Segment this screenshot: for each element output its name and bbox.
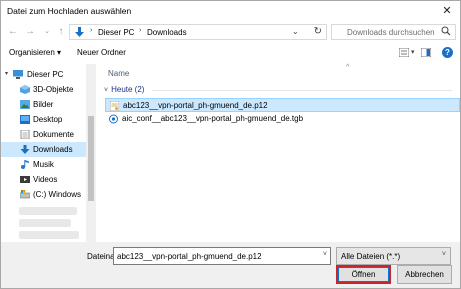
pictures-folder-icon — [20, 100, 30, 109]
search-icon[interactable] — [441, 26, 451, 36]
preview-pane-icon[interactable] — [421, 48, 431, 57]
file-row[interactable]: abc123__vpn-portal_ph-gmuend_de.p12 — [105, 98, 460, 112]
chevron-down-icon[interactable]: ▾ — [411, 48, 415, 56]
breadcrumb-separator-icon: › — [139, 27, 142, 34]
refresh-icon[interactable]: ↻ — [314, 26, 322, 37]
recent-locations-icon[interactable]: ⌄ — [40, 25, 54, 39]
music-folder-icon — [21, 160, 29, 169]
command-bar: Organisieren ▾ Neuer Ordner ▾ ? — [1, 44, 460, 62]
computer-icon — [13, 70, 23, 79]
config-file-icon — [109, 114, 118, 124]
filename-field[interactable]: abc123__vpn-portal_ph-gmuend_de.p12 ˅ — [113, 247, 331, 265]
download-folder-icon — [75, 27, 84, 37]
file-name: abc123__vpn-portal_ph-gmuend_de.p12 — [123, 101, 268, 110]
sidebar-item-dieser-pc[interactable]: ▾ Dieser PC — [1, 67, 86, 82]
new-folder-button[interactable]: Neuer Ordner — [77, 48, 126, 57]
sidebar-item-c-windows[interactable]: (C:) Windows — [1, 187, 86, 202]
sidebar-item-label: (C:) Windows — [33, 190, 82, 199]
file-name: aic_conf__abc123__vpn-portal_ph-gmuend_d… — [122, 114, 304, 123]
drive-icon — [20, 190, 30, 199]
sidebar-item-label: Downloads — [33, 145, 73, 154]
title-bar: Datei zum Hochladen auswählen ✕ — [1, 1, 460, 22]
cube-folder-icon — [20, 85, 30, 94]
documents-folder-icon — [20, 130, 30, 139]
filename-value: abc123__vpn-portal_ph-gmuend_de.p12 — [117, 252, 262, 261]
open-button[interactable]: Öffnen — [336, 265, 391, 284]
file-type-select[interactable]: Alle Dateien (*.*) ˅ — [336, 247, 451, 265]
sidebar-item-label: Desktop — [33, 115, 63, 124]
help-icon[interactable]: ? — [442, 47, 453, 58]
sort-caret-icon: ^ — [346, 64, 350, 71]
up-arrow-icon[interactable]: ↑ — [54, 25, 68, 39]
sidebar-item-label: Dieser PC — [27, 70, 64, 79]
file-type-value: Alle Dateien (*.*) — [341, 252, 401, 261]
chevron-down-icon[interactable]: ⌄ — [292, 27, 299, 36]
sidebar-item-label: Dokumente — [33, 130, 74, 139]
sidebar-item-label: Videos — [33, 175, 58, 184]
file-row[interactable]: aic_conf__abc123__vpn-portal_ph-gmuend_d… — [105, 112, 460, 126]
chevron-down-icon[interactable]: ˅ — [442, 251, 446, 258]
search-placeholder: Downloads durchsuchen — [347, 28, 435, 37]
expand-chevron-icon[interactable]: ▾ — [5, 70, 8, 77]
view-options-icon[interactable] — [399, 48, 409, 57]
file-list: Name ^ ˅ Heute (2) abc123__vpn-portal_ph-… — [98, 64, 460, 242]
sidebar-scrollbar[interactable] — [86, 64, 96, 242]
group-header-today[interactable]: ˅ Heute (2) — [104, 85, 452, 94]
organize-menu-button[interactable]: Organisieren ▾ — [9, 48, 61, 57]
sidebar-item-3d-objekte[interactable]: 3D-Objekte — [1, 82, 86, 97]
sidebar-item-label: Musik — [33, 160, 54, 169]
close-icon[interactable]: ✕ — [440, 4, 454, 18]
scrollbar-thumb[interactable] — [88, 116, 94, 201]
search-input[interactable]: Downloads durchsuchen — [331, 24, 456, 40]
sidebar-item-videos[interactable]: Videos — [1, 172, 86, 187]
dialog-title: Datei zum Hochladen auswählen — [7, 6, 132, 16]
group-label: Heute (2) — [111, 85, 145, 94]
column-header: Name ^ — [98, 64, 460, 82]
breadcrumb-separator-icon: › — [90, 27, 93, 34]
sidebar-item-desktop[interactable]: Desktop — [1, 112, 86, 127]
sidebar-item-label: 3D-Objekte — [33, 85, 74, 94]
address-row: ← → ⌄ ↑ › Dieser PC › Downloads ⌄ ↻ Down… — [1, 22, 460, 42]
blurred-item — [19, 207, 77, 215]
cancel-button[interactable]: Abbrechen — [397, 265, 452, 284]
back-arrow-icon[interactable]: ← — [6, 25, 20, 39]
breadcrumb-downloads[interactable]: Downloads — [147, 28, 187, 37]
forward-arrow-icon[interactable]: → — [23, 25, 37, 39]
desktop-folder-icon — [20, 115, 30, 124]
breadcrumb-dieser-pc[interactable]: Dieser PC — [98, 28, 134, 37]
certificate-file-icon — [110, 101, 119, 111]
download-folder-icon — [20, 145, 30, 154]
sidebar-item-downloads[interactable]: Downloads — [1, 142, 86, 157]
chevron-down-icon[interactable]: ˅ — [323, 251, 327, 258]
dialog-footer: Dateiname: abc123__vpn-portal_ph-gmuend_… — [1, 242, 460, 288]
sidebar-item-musik[interactable]: Musik — [1, 157, 86, 172]
videos-folder-icon — [20, 176, 30, 183]
sidebar-item-label: Bilder — [33, 100, 54, 109]
blurred-item — [19, 219, 71, 227]
file-open-dialog: Datei zum Hochladen auswählen ✕ ← → ⌄ ↑ … — [0, 0, 461, 289]
navigation-pane: ▾ Dieser PC 3D-Objekte Bilder Desktop Do… — [1, 64, 96, 242]
address-bar[interactable]: › Dieser PC › Downloads ⌄ ↻ — [69, 24, 327, 40]
collapse-chevron-icon[interactable]: ˅ — [104, 87, 108, 94]
blurred-item — [19, 231, 79, 239]
sidebar-item-bilder[interactable]: Bilder — [1, 97, 86, 112]
sidebar-item-dokumente[interactable]: Dokumente — [1, 127, 86, 142]
group-divider — [152, 90, 452, 91]
column-header-name[interactable]: Name — [108, 69, 129, 78]
